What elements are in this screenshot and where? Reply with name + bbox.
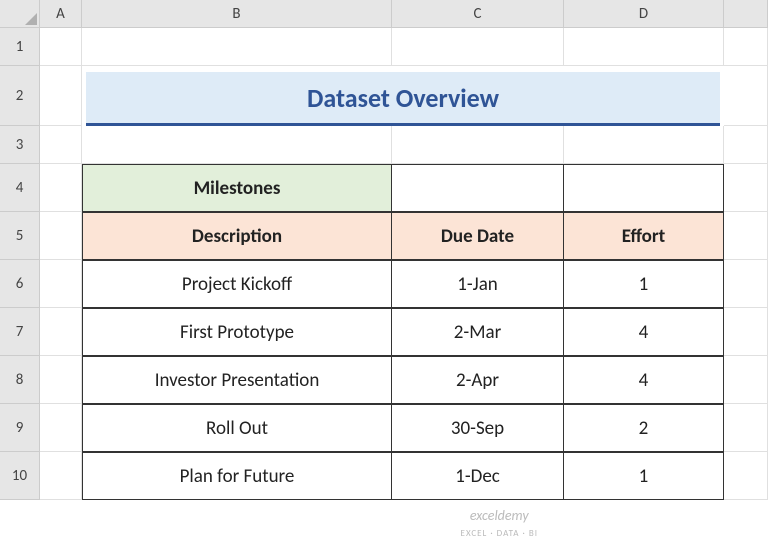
cell-a10[interactable] <box>40 452 82 500</box>
header-description[interactable]: Description <box>82 212 392 260</box>
cell-e2[interactable] <box>724 66 768 126</box>
table-row[interactable]: 4 <box>564 308 724 356</box>
watermark-sub: EXCEL · DATA · BI <box>461 528 538 539</box>
cell-a8[interactable] <box>40 356 82 404</box>
cell-a9[interactable] <box>40 404 82 452</box>
cell-e8[interactable] <box>724 356 768 404</box>
table-row[interactable]: 2-Mar <box>392 308 564 356</box>
row-header-1[interactable]: 1 <box>0 28 40 66</box>
table-row[interactable]: 1-Dec <box>392 452 564 500</box>
table-row[interactable]: 1-Jan <box>392 260 564 308</box>
header-due-date[interactable]: Due Date <box>392 212 564 260</box>
cell-a3[interactable] <box>40 126 82 164</box>
cell-a2[interactable] <box>40 66 82 126</box>
table-row[interactable]: First Prototype <box>82 308 392 356</box>
col-header-c[interactable]: C <box>392 0 564 28</box>
cell-b3[interactable] <box>82 126 392 164</box>
cell-e1[interactable] <box>724 28 768 66</box>
row-header-7[interactable]: 7 <box>0 308 40 356</box>
cell-d3[interactable] <box>564 126 724 164</box>
cell-e4[interactable] <box>724 164 768 212</box>
cell-d4[interactable] <box>564 164 724 212</box>
table-row[interactable]: 2 <box>564 404 724 452</box>
row-header-4[interactable]: 4 <box>0 164 40 212</box>
cell-e5[interactable] <box>724 212 768 260</box>
col-header-b[interactable]: B <box>82 0 392 28</box>
cell-a4[interactable] <box>40 164 82 212</box>
header-effort[interactable]: Effort <box>564 212 724 260</box>
cell-a7[interactable] <box>40 308 82 356</box>
select-all-corner[interactable] <box>0 0 40 28</box>
header-milestones[interactable]: Milestones <box>82 164 392 212</box>
cell-a1[interactable] <box>40 28 82 66</box>
cell-a5[interactable] <box>40 212 82 260</box>
cell-e3[interactable] <box>724 126 768 164</box>
col-header-d[interactable]: D <box>564 0 724 28</box>
table-row[interactable]: 1 <box>564 260 724 308</box>
table-row[interactable]: Roll Out <box>82 404 392 452</box>
row-header-8[interactable]: 8 <box>0 356 40 404</box>
table-row[interactable]: 30-Sep <box>392 404 564 452</box>
cell-c4[interactable] <box>392 164 564 212</box>
col-header-a[interactable]: A <box>40 0 82 28</box>
page-title[interactable]: Dataset Overview <box>86 72 720 126</box>
cell-e6[interactable] <box>724 260 768 308</box>
cell-c3[interactable] <box>392 126 564 164</box>
table-row[interactable]: 2-Apr <box>392 356 564 404</box>
table-row[interactable]: Project Kickoff <box>82 260 392 308</box>
cell-e9[interactable] <box>724 404 768 452</box>
cell-e7[interactable] <box>724 308 768 356</box>
cell-b1[interactable] <box>82 28 392 66</box>
table-row[interactable]: 1 <box>564 452 724 500</box>
cell-d1[interactable] <box>564 28 724 66</box>
table-row[interactable]: 4 <box>564 356 724 404</box>
watermark: exceldemy EXCEL · DATA · BI <box>461 508 538 539</box>
col-header-blank[interactable] <box>724 0 768 28</box>
table-row[interactable]: Investor Presentation <box>82 356 392 404</box>
table-row[interactable]: Plan for Future <box>82 452 392 500</box>
row-header-2[interactable]: 2 <box>0 66 40 126</box>
cell-c1[interactable] <box>392 28 564 66</box>
row-header-3[interactable]: 3 <box>0 126 40 164</box>
row-header-9[interactable]: 9 <box>0 404 40 452</box>
cell-e10[interactable] <box>724 452 768 500</box>
spreadsheet-grid: A B C D 1 2 Dataset Overview 3 4 Milesto… <box>0 0 768 500</box>
row-header-10[interactable]: 10 <box>0 452 40 500</box>
watermark-main: exceldemy <box>470 507 529 524</box>
row-header-6[interactable]: 6 <box>0 260 40 308</box>
cell-a6[interactable] <box>40 260 82 308</box>
row-header-5[interactable]: 5 <box>0 212 40 260</box>
